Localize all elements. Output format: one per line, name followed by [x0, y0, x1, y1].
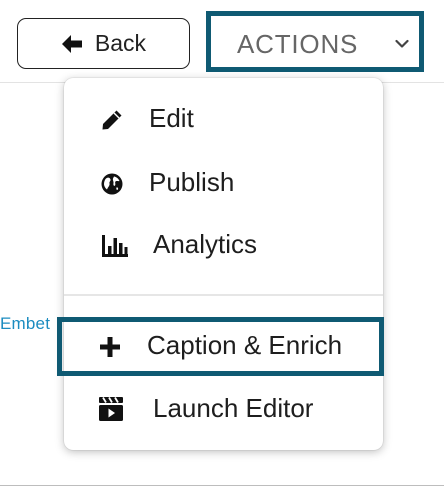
- actions-menu: Edit Publish Analytics Caption & Enrich …: [64, 78, 383, 450]
- menu-item-analytics[interactable]: Analytics: [64, 221, 383, 271]
- clapperboard-icon: [99, 397, 123, 421]
- chevron-down-icon: [395, 39, 409, 48]
- globe-icon: [101, 173, 123, 195]
- plus-icon: [100, 337, 120, 357]
- menu-item-edit[interactable]: Edit: [64, 95, 383, 145]
- bar-chart-icon: [102, 235, 128, 257]
- page: Back ACTIONS Embet Edit Publish Analytic…: [0, 0, 444, 497]
- menu-item-label: Analytics: [153, 229, 258, 259]
- menu-item-label: Edit: [149, 103, 194, 133]
- menu-item-label: Launch Editor: [153, 393, 314, 423]
- arrow-left-icon: [61, 34, 82, 53]
- embed-link-partial[interactable]: Embet: [0, 314, 50, 334]
- footer-divider: [0, 485, 444, 486]
- menu-divider: [64, 294, 383, 296]
- pencil-icon: [102, 110, 122, 130]
- actions-button-label: ACTIONS: [237, 29, 359, 59]
- menu-item-caption-enrich[interactable]: Caption & Enrich: [64, 322, 383, 372]
- back-button-label: Back: [94, 30, 147, 56]
- menu-item-label: Caption & Enrich: [147, 330, 343, 360]
- actions-dropdown-button[interactable]: ACTIONS: [206, 11, 424, 72]
- back-button[interactable]: Back: [17, 18, 190, 69]
- menu-item-label: Publish: [149, 167, 235, 197]
- menu-item-publish[interactable]: Publish: [64, 159, 383, 209]
- menu-item-launch-editor[interactable]: Launch Editor: [64, 385, 383, 435]
